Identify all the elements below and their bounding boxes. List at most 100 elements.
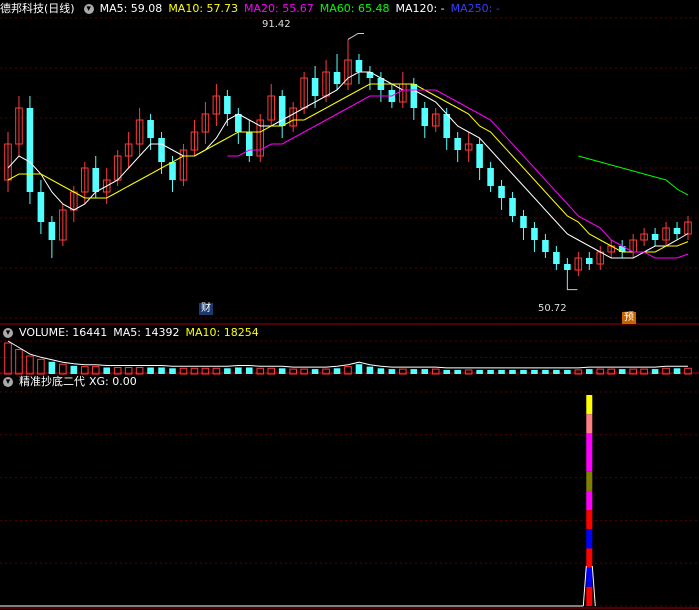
ma-line-ma60 — [578, 155, 689, 196]
candle-body — [476, 144, 483, 168]
volume-bar — [673, 368, 681, 374]
volume-bar — [48, 361, 56, 374]
candle-body — [531, 228, 538, 240]
candle-body — [147, 120, 154, 138]
volume-bar — [246, 367, 253, 374]
volume-title: VOLUME: 16441 — [19, 326, 108, 339]
ma-legend-item: MA20: 55.67 — [244, 2, 314, 15]
candle-body — [651, 234, 659, 240]
signal-bar-segment — [586, 414, 593, 434]
volume-header: ▾ VOLUME: 16441 MA5: 14392 MA10: 18254 — [0, 325, 265, 341]
volume-bar — [542, 369, 549, 374]
signal-bar-segment — [586, 529, 593, 549]
candle-body — [26, 108, 34, 192]
signal-bar-segment — [586, 510, 593, 530]
volume-bar — [487, 369, 494, 374]
candle-body — [498, 186, 505, 198]
ma-legend-item: MA120: - — [395, 2, 445, 15]
signal-bar-segment — [586, 548, 593, 568]
volume-bar — [618, 369, 626, 374]
volume-ma10: MA10: 18254 — [185, 326, 259, 339]
ma-legend-item: MA5: 59.08 — [99, 2, 163, 15]
candle-body — [235, 114, 242, 132]
chevron-down-icon[interactable]: ▾ — [3, 377, 13, 387]
candle-body — [553, 252, 560, 264]
chevron-down-icon[interactable]: ▾ — [3, 328, 13, 338]
volume-bar — [158, 367, 165, 374]
volume-bar — [377, 368, 385, 374]
volume-bar — [520, 369, 527, 374]
volume-bar — [651, 369, 659, 374]
volume-ma-line — [7, 340, 688, 369]
signal-bar-segment — [586, 586, 593, 606]
volume-bar — [388, 369, 396, 374]
volume-bar — [498, 369, 505, 374]
candle-body — [454, 138, 461, 150]
indicator-header: ▾ 精准抄底二代 XG: 0.00 — [0, 374, 143, 390]
ma-legend-item: MA60: 65.48 — [319, 2, 390, 15]
volume-bar — [531, 369, 538, 374]
candle-body — [520, 216, 527, 228]
stock-name: 德邦科技 — [0, 2, 44, 15]
volume-bar — [454, 369, 461, 374]
forecast-marker[interactable]: 预 — [622, 312, 636, 324]
signal-bar-segment — [586, 490, 593, 511]
ma-legend-item: MA250: - — [450, 2, 500, 15]
candle-body — [246, 132, 253, 156]
ma-legend: MA5: 59.08 MA10: 57.73 MA20: 55.67 MA60: 65… — [100, 2, 506, 15]
candle-body — [564, 264, 571, 270]
candle-body — [92, 168, 100, 192]
candle-body — [158, 138, 165, 162]
volume-bar — [564, 369, 571, 374]
volume-bar — [410, 369, 418, 374]
volume-ma5: MA5: 14392 — [113, 326, 180, 339]
indicator-xg: XG: 0.00 — [89, 375, 137, 388]
candle-body — [410, 84, 418, 108]
low-marker-line — [566, 283, 578, 291]
volume-bar — [169, 368, 176, 374]
candle-body — [509, 198, 516, 216]
volume-bar — [366, 366, 374, 374]
volume-bar — [476, 369, 483, 374]
signal-bar-segment — [586, 452, 593, 472]
volume-bar — [26, 355, 34, 375]
earnings-marker[interactable]: 财 — [199, 303, 213, 315]
main-header: 德邦科技(日线) ▾ MA5: 59.08 MA10: 57.73 MA20: 55.6… — [0, 1, 512, 17]
candle-body — [673, 228, 681, 234]
candle-body — [586, 258, 593, 264]
volume-bar — [278, 368, 286, 374]
volume-bar — [509, 369, 516, 374]
candle-body — [311, 78, 319, 96]
volume-bar — [15, 349, 23, 375]
volume-bar — [311, 369, 319, 374]
low-price-label: 50.72 — [538, 303, 567, 314]
volume-bar — [70, 365, 78, 374]
chevron-down-icon[interactable]: ▾ — [83, 4, 94, 14]
volume-bar — [147, 367, 154, 374]
candle-body — [487, 168, 494, 186]
signal-bar-segment — [586, 433, 593, 453]
candle-body — [355, 60, 363, 72]
candle-body — [37, 192, 45, 222]
high-price-label: 91.42 — [262, 19, 291, 30]
volume-bar — [333, 368, 341, 374]
chart-canvas[interactable] — [0, 0, 699, 610]
indicator-title: 精准抄底二代 — [19, 375, 85, 388]
candle-body — [333, 72, 341, 84]
volume-bar — [421, 369, 429, 374]
ma-legend-item: MA10: 57.73 — [168, 2, 239, 15]
volume-bar — [235, 367, 242, 374]
signal-bar-segment — [586, 395, 593, 415]
volume-bar — [224, 368, 231, 374]
candle-body — [224, 96, 231, 114]
candle-body — [542, 240, 549, 252]
volume-bar — [553, 369, 560, 374]
volume-bar — [586, 369, 593, 374]
candle-body — [421, 108, 429, 126]
volume-bar — [355, 364, 363, 374]
volume-bar — [4, 342, 12, 375]
candle-body — [169, 162, 176, 180]
period-label: (日线) — [44, 2, 75, 15]
signal-bar-segment — [586, 567, 593, 587]
high-marker-line — [347, 32, 364, 40]
